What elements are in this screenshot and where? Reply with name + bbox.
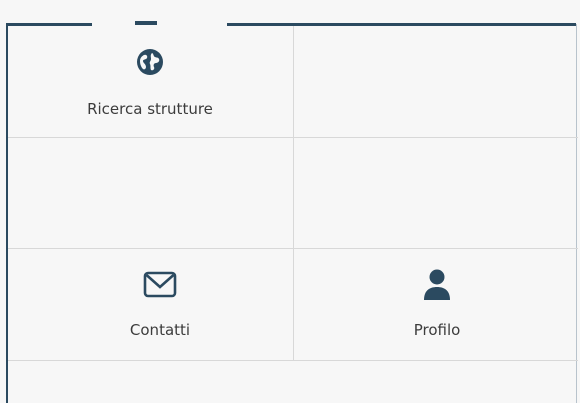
tile-label-ricerca-strutture: Ricerca strutture [87,100,213,118]
tile-profilo[interactable]: Profilo [357,268,517,339]
left-border [6,24,8,403]
right-border [576,24,577,403]
grid-divider [8,360,578,361]
tile-label-profilo: Profilo [413,321,461,339]
top-border-tick [135,21,157,25]
app-frame: Ricerca strutture Contatti Profilo [0,0,580,403]
envelope-icon [143,270,177,300]
top-border-gap [92,20,227,29]
tile-contatti[interactable]: Contatti [80,270,240,339]
tile-label-contatti: Contatti [129,321,191,339]
user-icon [421,268,453,302]
grid-divider [293,26,294,360]
tile-ricerca-strutture[interactable]: Ricerca strutture [70,46,230,118]
globe-icon [134,46,166,78]
